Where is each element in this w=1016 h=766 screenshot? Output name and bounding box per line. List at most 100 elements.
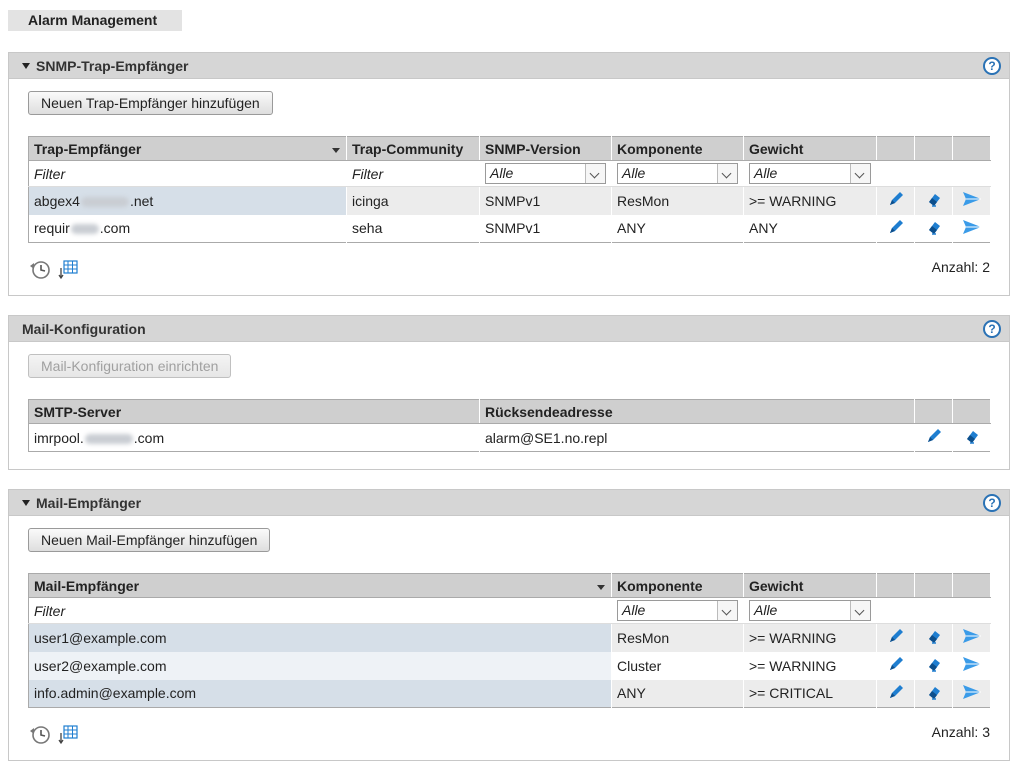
column-header-mail-recipient[interactable]: Mail-Empfänger (28, 573, 612, 598)
trap-receiver-table: Trap-Empfänger Trap-Community SNMP-Versi… (28, 136, 991, 243)
filter-select-component[interactable]: Alle (617, 600, 738, 621)
component-cell: ResMon (611, 186, 744, 215)
filter-input-trap-receiver[interactable]: Filter (28, 160, 347, 187)
section-title: Mail-Konfiguration (22, 321, 146, 337)
help-icon[interactable]: ? (983, 320, 1001, 338)
mail-recipient-table: Mail-Empfänger Komponente Gewicht Filter… (28, 573, 991, 708)
dropdown-arrow-icon[interactable] (850, 601, 870, 620)
table-export-icon[interactable] (58, 258, 80, 283)
pencil-icon[interactable] (886, 189, 906, 212)
history-icon[interactable] (28, 258, 54, 283)
mail-recipient-section-header[interactable]: Mail-Empfänger ? (9, 490, 1009, 516)
mail-recipient-cell: user1@example.com (28, 623, 612, 652)
column-header-action (952, 573, 991, 598)
eraser-icon[interactable] (924, 654, 944, 677)
filter-select-weight[interactable]: Alle (749, 600, 871, 621)
redacted-text (80, 196, 129, 207)
column-header-component[interactable]: Komponente (611, 573, 744, 598)
column-header-snmp-version[interactable]: SNMP-Version (479, 136, 612, 161)
table-row[interactable]: requir .com seha SNMPv1 ANY ANY (28, 214, 991, 243)
table-footer-icons (28, 723, 80, 748)
filter-select-version[interactable]: Alle (485, 163, 606, 184)
table-row[interactable]: user2@example.com Cluster >= WARNING (28, 651, 991, 680)
mail-config-table: SMTP-Server Rücksendeadresse imrpool. .co… (28, 399, 991, 452)
component-cell: ResMon (611, 623, 744, 652)
column-header-action (914, 136, 953, 161)
pencil-icon[interactable] (886, 217, 906, 240)
eraser-icon[interactable] (924, 217, 944, 240)
component-cell: Cluster (611, 651, 744, 680)
page-tab-alarm-management[interactable]: Alarm Management (8, 10, 182, 31)
column-header-action (914, 573, 953, 598)
sort-caret-icon[interactable] (597, 585, 605, 590)
table-export-icon[interactable] (58, 723, 80, 748)
table-row[interactable]: user1@example.com ResMon >= WARNING (28, 623, 991, 652)
snmp-trap-section: SNMP-Trap-Empfänger ? Neuen Trap-Empfäng… (8, 52, 1010, 296)
setup-mail-config-button[interactable]: Mail-Konfiguration einrichten (28, 354, 232, 378)
help-icon[interactable]: ? (983, 494, 1001, 512)
pencil-icon[interactable] (886, 654, 906, 677)
send-icon[interactable] (961, 217, 983, 240)
return-address-cell: alarm@SE1.no.repl (479, 423, 915, 452)
filter-select-component[interactable]: Alle (617, 163, 738, 184)
community-cell: icinga (346, 186, 480, 215)
dropdown-arrow-icon[interactable] (850, 164, 870, 183)
dropdown-arrow-icon[interactable] (717, 164, 737, 183)
table-row[interactable]: abgex4 .net icinga SNMPv1 ResMon >= WARNI… (28, 186, 991, 215)
weight-cell: >= WARNING (743, 186, 877, 215)
eraser-icon[interactable] (962, 426, 982, 449)
eraser-icon[interactable] (924, 682, 944, 705)
snmp-trap-section-header[interactable]: SNMP-Trap-Empfänger ? (9, 53, 1009, 79)
column-header-weight[interactable]: Gewicht (743, 573, 877, 598)
community-cell: seha (346, 214, 480, 243)
mail-recipient-cell: info.admin@example.com (28, 679, 612, 708)
filter-input-community[interactable]: Filter (346, 160, 480, 187)
dropdown-arrow-icon[interactable] (585, 164, 605, 183)
table-row[interactable]: info.admin@example.com ANY >= CRITICAL (28, 679, 991, 708)
mail-recipient-cell: user2@example.com (28, 651, 612, 680)
send-icon[interactable] (961, 189, 983, 212)
trap-receiver-cell: requir .com (28, 214, 347, 243)
history-icon[interactable] (28, 723, 54, 748)
redacted-text (70, 224, 99, 235)
weight-cell: ANY (743, 214, 877, 243)
redacted-text (84, 433, 133, 444)
add-trap-receiver-button[interactable]: Neuen Trap-Empfänger hinzufügen (28, 91, 273, 115)
pencil-icon[interactable] (886, 626, 906, 649)
collapse-caret-icon[interactable] (22, 63, 30, 69)
table-row[interactable]: imrpool. .com alarm@SE1.no.repl (28, 423, 991, 452)
record-count: Anzahl: 2 (931, 259, 990, 275)
mail-recipient-section: Mail-Empfänger ? Neuen Mail-Empfänger hi… (8, 489, 1010, 761)
table-footer-icons (28, 258, 80, 283)
section-title: SNMP-Trap-Empfänger (36, 58, 189, 74)
send-icon[interactable] (961, 626, 983, 649)
mail-config-section: Mail-Konfiguration ? Mail-Konfiguration … (8, 315, 1010, 470)
column-header-trap-community[interactable]: Trap-Community (346, 136, 480, 161)
column-header-weight[interactable]: Gewicht (743, 136, 877, 161)
column-header-action (876, 136, 915, 161)
pencil-icon[interactable] (886, 682, 906, 705)
column-header-smtp-server[interactable]: SMTP-Server (28, 399, 480, 424)
column-header-action (952, 136, 991, 161)
filter-select-weight[interactable]: Alle (749, 163, 871, 184)
dropdown-arrow-icon[interactable] (717, 601, 737, 620)
help-icon[interactable]: ? (983, 57, 1001, 75)
column-header-return-address[interactable]: Rücksendeadresse (479, 399, 915, 424)
component-cell: ANY (611, 214, 744, 243)
send-icon[interactable] (961, 654, 983, 677)
trap-receiver-cell: abgex4 .net (28, 186, 347, 215)
column-header-action (914, 399, 953, 424)
pencil-icon[interactable] (924, 426, 944, 449)
eraser-icon[interactable] (924, 626, 944, 649)
add-mail-recipient-button[interactable]: Neuen Mail-Empfänger hinzufügen (28, 528, 271, 552)
collapse-caret-icon[interactable] (22, 500, 30, 506)
sort-caret-icon[interactable] (332, 148, 340, 153)
eraser-icon[interactable] (924, 189, 944, 212)
component-cell: ANY (611, 679, 744, 708)
column-header-component[interactable]: Komponente (611, 136, 744, 161)
filter-input-mail-recipient[interactable]: Filter (28, 597, 612, 624)
record-count: Anzahl: 3 (931, 724, 990, 740)
column-header-action (952, 399, 991, 424)
column-header-trap-receiver[interactable]: Trap-Empfänger (28, 136, 347, 161)
send-icon[interactable] (961, 682, 983, 705)
